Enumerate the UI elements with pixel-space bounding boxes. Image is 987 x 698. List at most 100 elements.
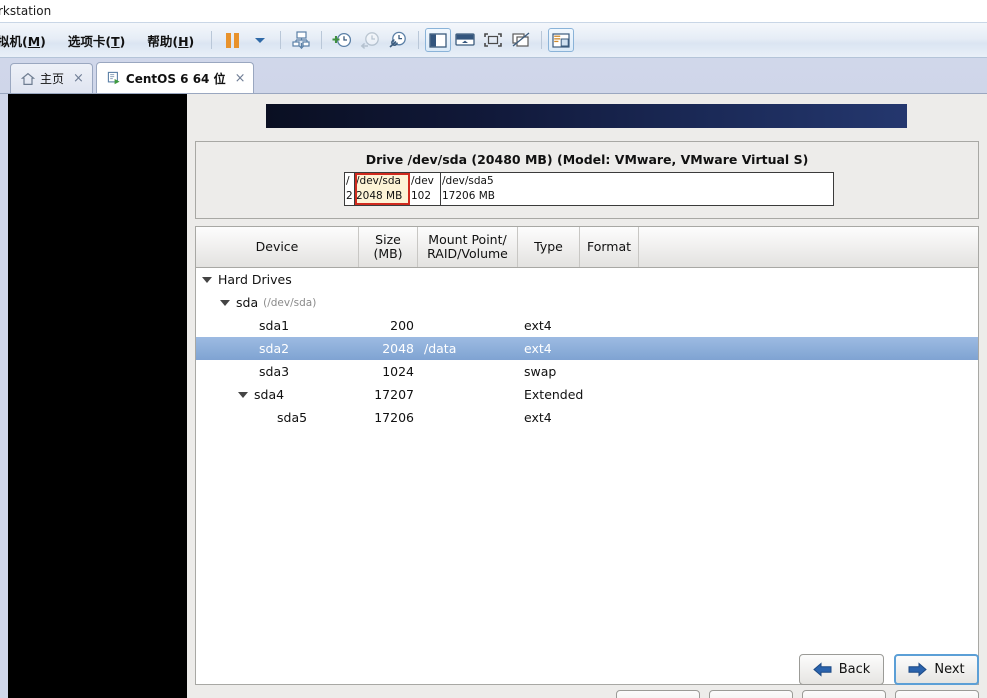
window-titlebar: rkstation [0,0,987,22]
row-size-cell: 200 [390,318,414,333]
partition-segment[interactable]: /dev 102 [410,173,441,205]
menu-tabs-accel: T [111,33,120,49]
partition-size: 2 [346,190,353,202]
tab-home-close-icon[interactable]: × [73,71,84,86]
row-device-label: sda1 [259,318,290,333]
row-device-cell: sda2 [196,341,359,356]
column-header-format[interactable]: Format [580,227,639,267]
row-mount-cell: /data [424,341,457,356]
menu-tabs[interactable]: 选项卡(T) [57,31,136,50]
row-device-cell: sda1 [196,318,359,333]
expander-open-icon[interactable] [220,299,230,306]
column-header-type[interactable]: Type [518,227,580,267]
vm-running-icon [107,71,121,85]
table-row[interactable]: sda4 17207 Extended [196,383,978,406]
delete-button[interactable]: Delete [802,690,886,698]
partition-segment[interactable]: /dev/sda5 17206 MB [441,173,833,205]
table-row[interactable]: Hard Drives [196,268,978,291]
fullscreen-icon[interactable] [479,27,507,53]
dropdown-caret-icon[interactable] [246,27,274,53]
partition-table-header: Device Size (MB) Mount Point/ RAID/Volum… [196,227,978,268]
column-header-mount-point[interactable]: Mount Point/ RAID/Volume [418,227,518,267]
column-header-device[interactable]: Device [196,227,359,267]
column-header-mount-line2: RAID/Volume [427,246,508,261]
toolbar-settings-group [548,23,575,57]
pause-icon[interactable] [218,27,246,53]
revert-snapshot-icon[interactable] [356,27,384,53]
table-row[interactable]: sda5 17206 ext4 [196,406,978,429]
row-device-label: Hard Drives [218,272,292,287]
column-header-size[interactable]: Size (MB) [359,227,418,267]
row-device-label: sda4 [254,387,285,402]
menu-help-label: 帮助( [147,33,179,49]
table-row[interactable]: sda1 200 ext4 [196,314,978,337]
partition-segment[interactable]: / 2 [345,173,355,205]
menu-vm[interactable]: 拟机(M) [0,31,57,50]
create-button[interactable]: Create [616,690,700,698]
show-sidebar-icon[interactable] [425,28,452,52]
tab-bar: 主页 × CentOS 6 64 位 × [0,58,987,94]
row-size-cell: 2048 [382,341,414,356]
menu-help[interactable]: 帮助(H) [136,31,205,50]
arrow-right-icon [908,662,928,677]
partition-action-buttons: Create Edit Delete Reset [195,690,979,698]
row-type-cell: swap [524,364,557,379]
toolbar-separator [418,31,420,49]
row-size-cell: 17206 [374,410,414,425]
tab-home[interactable]: 主页 × [10,63,93,93]
row-device-path: (/dev/sda) [263,296,317,309]
snapshot-manager-icon[interactable] [287,27,315,53]
row-size-cell: 17207 [374,387,414,402]
toolbar-snapshot-mgr-group [287,23,315,57]
menu-help-accel: H [178,33,189,49]
take-snapshot-icon[interactable] [328,27,356,53]
toolbar-separator [321,31,323,49]
toolbar: 拟机(M) 选项卡(T) 帮助(H) [0,22,987,58]
drive-partition-bar[interactable]: / 2 /dev/sda 2048 MB /dev 102 /dev/sda5 … [344,172,834,206]
column-header-filler [639,227,978,267]
row-device-label: sda3 [259,364,290,379]
show-console-icon[interactable] [451,27,479,53]
row-device-cell: sda4 [196,387,359,402]
row-device-label: sda [236,295,259,310]
row-type-cell: ext4 [524,318,552,333]
window-title: rkstation [0,4,52,18]
tab-centos[interactable]: CentOS 6 64 位 × [95,62,255,93]
next-button[interactable]: Next [894,654,979,685]
table-row[interactable]: sda3 1024 swap [196,360,978,383]
partition-segment-selected[interactable]: /dev/sda 2048 MB [355,173,410,205]
unity-mode-icon[interactable] [507,27,535,53]
expander-open-icon[interactable] [238,391,248,398]
row-device-cell: Hard Drives [196,272,359,287]
menu-vm-label: 拟机( [0,33,28,49]
toolbar-separator [541,31,543,49]
drive-graphic-box: Drive /dev/sda (20480 MB) (Model: VMware… [195,141,979,219]
toolbar-separator [280,31,282,49]
manage-snapshots-icon[interactable] [384,27,412,53]
expander-open-icon[interactable] [202,276,212,283]
anaconda-installer-panel: Drive /dev/sda (20480 MB) (Model: VMware… [187,94,987,698]
menu-tabs-label: 选项卡( [67,33,112,49]
menu-vm-accel: M [27,33,41,49]
column-header-size-line1: Size [375,232,401,247]
back-button[interactable]: Back [799,654,884,685]
tab-centos-close-icon[interactable]: × [235,71,246,86]
reset-button[interactable]: Reset [895,690,979,698]
partition-name: /dev/sda5 [442,175,494,187]
wizard-nav: Back Next [799,654,979,685]
row-device-cell: sda5 [196,410,359,425]
row-type-cell: ext4 [524,410,552,425]
vm-settings-icon[interactable] [548,28,575,52]
partition-table-body: Hard Drives sda (/dev/sda) sda1 200 ext4… [196,268,978,429]
tab-centos-label: CentOS 6 64 位 [125,71,226,86]
toolbar-power-group [218,23,274,57]
partition-name: /dev [411,175,434,187]
menu-bar: 拟机(M) 选项卡(T) 帮助(H) [0,23,205,57]
table-row[interactable]: sda (/dev/sda) [196,291,978,314]
edit-button[interactable]: Edit [709,690,793,698]
menu-vm-suffix: ) [40,33,46,49]
menu-tabs-suffix: ) [119,33,126,49]
arrow-left-icon [812,662,832,677]
table-row-selected[interactable]: sda2 2048 /data ext4 [196,337,978,360]
row-type-cell: ext4 [524,341,552,356]
